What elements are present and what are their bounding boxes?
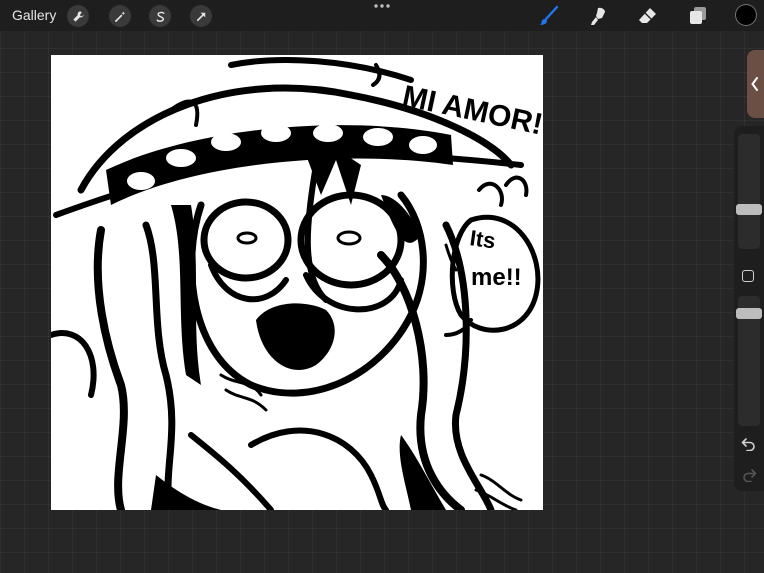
magic-wand-icon[interactable] [109,5,131,27]
chevron-left-icon [751,77,758,91]
more-dots-icon[interactable] [372,1,392,11]
artwork: MI AMOR! Its me!! [51,57,543,510]
eraser-icon[interactable] [636,4,660,28]
its-text: Its [468,225,497,253]
opacity-handle[interactable] [736,308,762,319]
drawing-canvas[interactable]: MI AMOR! Its me!! [51,55,543,510]
transform-arrow-icon[interactable] [190,5,212,27]
brush-icon[interactable] [537,4,561,28]
me-text: me!! [471,264,522,291]
gallery-button[interactable]: Gallery [12,7,56,23]
sidebar-toggle-tab[interactable] [747,50,764,118]
brush-sidebar [734,126,764,491]
color-picker-swatch[interactable] [735,4,757,26]
selection-icon[interactable] [149,5,171,27]
brush-size-handle[interactable] [736,204,762,215]
smudge-icon[interactable] [587,4,611,28]
modify-button[interactable] [742,270,754,282]
undo-icon[interactable] [741,437,757,451]
brush-size-slider[interactable] [736,134,762,249]
top-toolbar: Gallery [0,0,764,31]
layers-icon[interactable] [686,4,710,28]
wrench-icon[interactable] [67,5,89,27]
redo-icon[interactable] [741,468,757,482]
opacity-slider[interactable] [736,296,762,426]
